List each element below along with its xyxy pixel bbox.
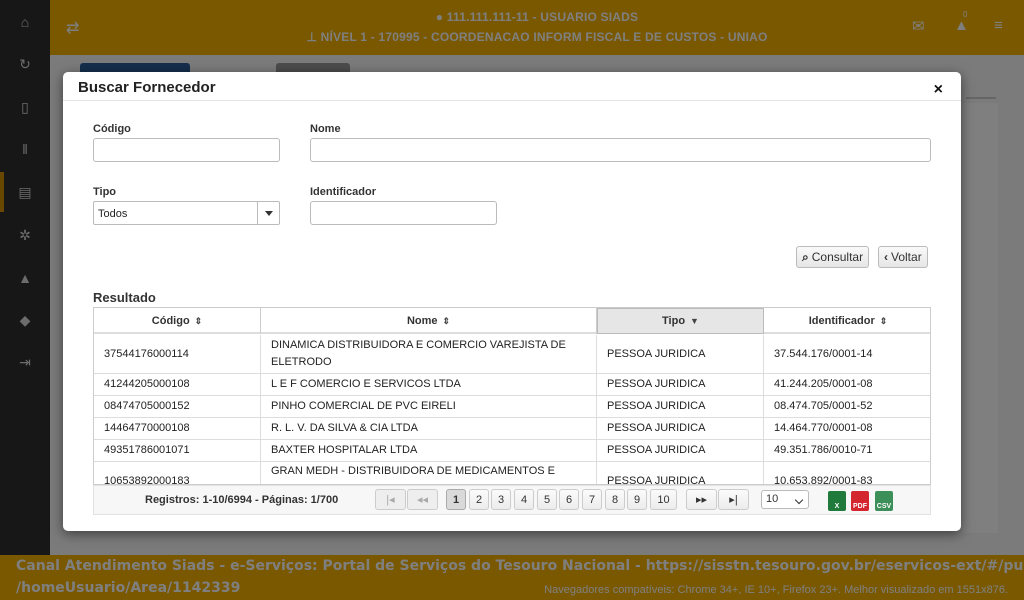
pagination-info: Registros: 1-10/6994 - Páginas: 1/700 <box>145 494 339 506</box>
first-page-button[interactable]: |◂ <box>375 489 406 510</box>
cell-tipo: PESSOA JURIDICA <box>597 374 764 395</box>
cell-codigo: 10653892000183 <box>94 462 261 484</box>
search-supplier-modal: Buscar Fornecedor × Código Nome Tipo Tod… <box>63 72 961 531</box>
column-header-tipo[interactable]: Tipo ▼ <box>597 308 764 334</box>
table-row[interactable]: 41244205000108 L E F COMERCIO E SERVICOS… <box>94 374 930 396</box>
page-button-4[interactable]: 4 <box>514 489 534 510</box>
cell-codigo: 41244205000108 <box>94 374 261 395</box>
voltar-button-label: Voltar <box>891 250 922 264</box>
cell-codigo: 37544176000114 <box>94 335 261 373</box>
codigo-input[interactable] <box>93 138 280 162</box>
cell-codigo: 08474705000152 <box>94 396 261 417</box>
search-icon: ⌕ <box>802 249 809 264</box>
cell-identificador: 37.544.176/0001-14 <box>774 347 873 360</box>
column-label: Identificador <box>808 315 875 327</box>
identificador-input[interactable] <box>310 201 497 225</box>
page-button-5[interactable]: 5 <box>537 489 557 510</box>
cell-identificador: 41.244.205/0001-08 <box>774 378 873 390</box>
cell-nome: R. L. V. DA SILVA & CIA LTDA <box>261 418 597 439</box>
cell-tipo: PESSOA JURIDICA <box>597 440 764 461</box>
cell-nome: L E F COMERCIO E SERVICOS LTDA <box>261 374 597 395</box>
column-header-codigo[interactable]: Código ⇕ <box>94 308 261 334</box>
last-page-button[interactable]: ▸| <box>718 489 749 510</box>
results-table: Código ⇕ Nome ⇕ Tipo ▼ Identificador ⇕ 3… <box>93 307 931 485</box>
tipo-label: Tipo <box>93 186 117 198</box>
cell-nome: PINHO COMERCIAL DE PVC EIRELI <box>261 396 597 417</box>
column-header-nome[interactable]: Nome ⇕ <box>261 308 597 334</box>
page-size-select[interactable]: 10 <box>761 490 809 509</box>
cell-identificador: 08.474.705/0001-52 <box>774 400 873 412</box>
page-button-8[interactable]: 8 <box>605 489 625 510</box>
cell-codigo: 14464770000108 <box>94 418 261 439</box>
cell-identificador: 14.464.770/0001-08 <box>774 422 873 434</box>
cell-tipo: PESSOA JURIDICA <box>597 396 764 417</box>
cell-identificador: 10.653.892/0001-83 <box>774 474 873 485</box>
column-label: Código <box>151 315 190 327</box>
table-row[interactable]: 08474705000152 PINHO COMERCIAL DE PVC EI… <box>94 396 930 418</box>
sort-icon: ⇕ <box>442 315 451 326</box>
column-header-identificador[interactable]: Identificador ⇕ <box>764 308 930 334</box>
next-page-button[interactable]: ▸▸ <box>686 489 717 510</box>
table-row[interactable]: 14464770000108 R. L. V. DA SILVA & CIA L… <box>94 418 930 440</box>
table-header: Código ⇕ Nome ⇕ Tipo ▼ Identificador ⇕ <box>94 308 930 334</box>
page-button-9[interactable]: 9 <box>627 489 647 510</box>
tipo-select[interactable]: Todos <box>93 201 280 225</box>
sort-icon: ⇕ <box>879 315 888 326</box>
cell-identificador: 49.351.786/0010-71 <box>774 444 873 456</box>
cell-tipo: PESSOA JURIDICA <box>597 418 764 439</box>
prev-page-button[interactable]: ◂◂ <box>407 489 438 510</box>
table-row[interactable]: 49351786001071 BAXTER HOSPITALAR LTDA PE… <box>94 440 930 462</box>
page-button-3[interactable]: 3 <box>491 489 511 510</box>
excel-export-icon[interactable]: X <box>828 491 846 511</box>
codigo-label: Código <box>93 123 131 135</box>
sort-icon: ⇕ <box>194 315 203 326</box>
page-button-7[interactable]: 7 <box>582 489 602 510</box>
page-size-value: 10 <box>766 493 779 505</box>
pdf-export-icon[interactable]: PDF <box>851 491 869 511</box>
page-button-2[interactable]: 2 <box>469 489 489 510</box>
page-button-10[interactable]: 10 <box>650 489 677 510</box>
csv-export-icon[interactable]: CSV <box>875 491 893 511</box>
identificador-label: Identificador <box>310 186 377 198</box>
consultar-button[interactable]: ⌕ Consultar <box>796 246 870 268</box>
pagination-bar: Registros: 1-10/6994 - Páginas: 1/700 |◂… <box>93 485 931 515</box>
tipo-select-value: Todos <box>98 208 128 220</box>
modal-title: Buscar Fornecedor <box>78 79 216 96</box>
nome-label: Nome <box>310 123 341 135</box>
cell-codigo: 49351786001071 <box>94 440 261 461</box>
chevron-left-icon: ‹ <box>884 250 888 264</box>
close-icon[interactable]: × <box>934 82 943 98</box>
table-row[interactable]: 37544176000114 DINAMICA DISTRIBUIDORA E … <box>94 335 930 374</box>
cell-tipo: PESSOA JURIDICA <box>597 462 764 484</box>
cell-nome: BAXTER HOSPITALAR LTDA <box>261 440 597 461</box>
voltar-button[interactable]: ‹ Voltar <box>878 246 928 268</box>
sort-desc-icon: ▼ <box>690 316 699 326</box>
chevron-down-icon[interactable] <box>257 202 279 224</box>
column-label: Tipo <box>662 315 686 327</box>
cell-nome: GRAN MEDH - DISTRIBUIDORA DE MEDICAMENTO… <box>261 462 597 484</box>
table-row[interactable]: 10653892000183 GRAN MEDH - DISTRIBUIDORA… <box>94 462 930 485</box>
modal-header: Buscar Fornecedor × <box>63 72 961 101</box>
page-button-1[interactable]: 1 <box>446 489 466 510</box>
page-button-6[interactable]: 6 <box>559 489 579 510</box>
cell-tipo: PESSOA JURIDICA <box>597 335 764 373</box>
result-title: Resultado <box>93 290 156 305</box>
cell-nome: DINAMICA DISTRIBUIDORA E COMERCIO VAREJI… <box>261 335 597 373</box>
column-label: Nome <box>406 315 438 327</box>
nome-input[interactable] <box>310 138 931 162</box>
consultar-button-label: Consultar <box>811 250 864 264</box>
